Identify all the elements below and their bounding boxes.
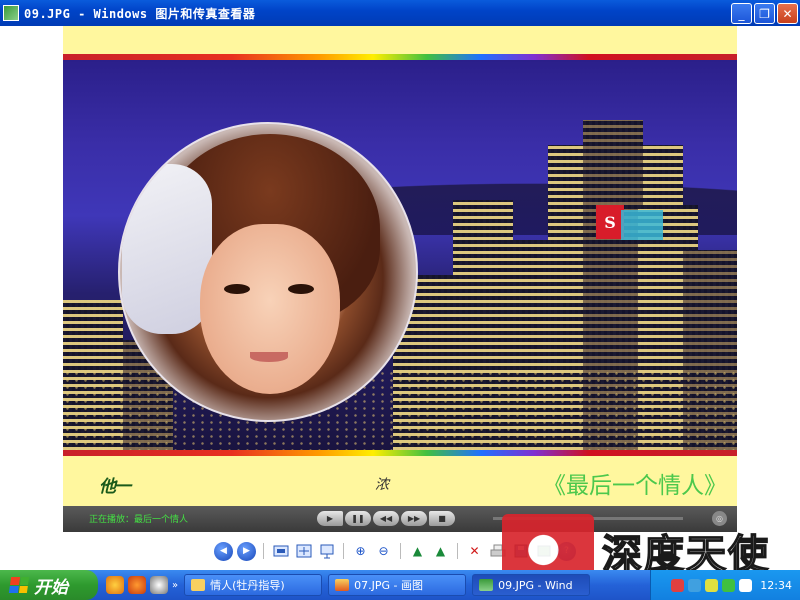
taskbar-item-label: 情人(牡丹指导): [210, 579, 285, 592]
flag-green: [19, 577, 30, 585]
minimize-button[interactable]: _: [731, 3, 752, 24]
pause-button[interactable]: ❚❚: [345, 511, 371, 526]
flash-movie: S 他一 浓 《最后一个情人》 正在播放：最后一个情人 ▶ ❚❚ ◀◀ ▶▶ ■…: [63, 26, 737, 532]
slideshow-icon: [320, 544, 333, 559]
taskbar-item-label: 09.JPG - Wind: [498, 578, 573, 592]
restore-button[interactable]: ❐: [754, 3, 775, 24]
title-bar[interactable]: 09.JPG - Windows 图片和传真查看器 _ ❐ ✕: [0, 0, 800, 26]
rainbow-band-bottom: [63, 450, 737, 456]
rotate-counterclockwise-button[interactable]: ▲: [431, 542, 450, 561]
portrait-photo: [118, 122, 418, 422]
lyric-caption-mid: 浓: [375, 477, 389, 493]
best-fit-icon: [273, 545, 288, 557]
tray-icon[interactable]: [688, 578, 702, 592]
rotate-clockwise-button[interactable]: ▲: [408, 542, 427, 561]
city-night-scene: S: [63, 60, 737, 450]
taskbar-item-paint[interactable]: 07.JPG - 画图: [328, 574, 467, 596]
taskbar-item-image-viewer[interactable]: 09.JPG - Wind: [472, 574, 591, 596]
now-playing-text: 正在播放：最后一个情人: [89, 515, 189, 525]
qq-icon[interactable]: [106, 576, 124, 594]
taskbar-item-folder[interactable]: 情人(牡丹指导): [184, 574, 323, 596]
image-viewer-area: S 他一 浓 《最后一个情人》 正在播放：最后一个情人 ▶ ❚❚ ◀◀ ▶▶ ■…: [0, 26, 800, 538]
windows-logo-icon: [8, 577, 30, 593]
tray-icon[interactable]: [705, 578, 719, 592]
media-icon[interactable]: [150, 576, 168, 594]
portrait-eye: [224, 284, 250, 294]
delete-button[interactable]: ✕: [465, 542, 484, 561]
song-title: 《最后一个情人》: [543, 473, 727, 499]
start-button[interactable]: 开始: [0, 570, 98, 600]
portrait-eye: [288, 284, 314, 294]
stop-button[interactable]: ■: [429, 511, 455, 526]
taskbar: 开始 » 情人(牡丹指导) 07.JPG - 画图 09.JPG - Wind …: [0, 570, 800, 600]
next-image-button[interactable]: ▶: [237, 541, 256, 561]
volume-icon[interactable]: [739, 578, 753, 592]
portrait-mouth: [250, 352, 288, 362]
tray-icon[interactable]: [671, 578, 685, 592]
clock: 12:34: [760, 578, 792, 592]
neon-sign: S: [596, 205, 624, 239]
zoom-out-button[interactable]: ⊖: [374, 542, 393, 561]
play-button[interactable]: ▶: [317, 511, 343, 526]
window-controls: _ ❐ ✕: [731, 3, 798, 24]
lyric-caption-left: 他一: [99, 477, 131, 497]
close-button[interactable]: ✕: [777, 3, 798, 24]
previous-image-button[interactable]: ◀: [214, 541, 233, 561]
tray-icon[interactable]: [722, 578, 736, 592]
actual-size-button[interactable]: [294, 542, 313, 561]
window-title: 09.JPG - Windows 图片和传真查看器: [24, 6, 256, 21]
browser-icon[interactable]: [128, 576, 146, 594]
actual-size-icon: [296, 544, 311, 558]
slideshow-button[interactable]: [317, 542, 336, 561]
player-controls: ▶ ❚❚ ◀◀ ▶▶ ■: [317, 511, 455, 526]
system-tray: 12:34: [650, 570, 800, 600]
flag-red: [10, 577, 20, 585]
portrait-face: [200, 224, 340, 394]
best-fit-button[interactable]: [271, 542, 290, 561]
forward-button[interactable]: ▶▶: [401, 511, 427, 526]
folder-icon: [191, 579, 206, 591]
flag-blue: [8, 585, 19, 593]
toolbar-divider: [457, 543, 458, 559]
paint-icon: [335, 579, 350, 591]
image-viewer-icon: [479, 579, 494, 591]
rewind-button[interactable]: ◀◀: [373, 511, 399, 526]
portrait-hand: [122, 164, 212, 334]
taskbar-item-label: 07.JPG - 画图: [354, 579, 423, 592]
city-lights: [63, 370, 737, 450]
toolbar-divider: [263, 543, 264, 559]
start-label: 开始: [34, 577, 68, 598]
image-viewer-icon: [3, 5, 19, 21]
toolbar-divider: [400, 543, 401, 559]
toolbar-divider: [343, 543, 344, 559]
neon-panel: [621, 210, 663, 240]
zoom-in-button[interactable]: ⊕: [351, 542, 370, 561]
quick-launch-chevron[interactable]: »: [172, 580, 178, 591]
flag-yellow: [18, 585, 28, 593]
quick-launch: [106, 576, 168, 594]
